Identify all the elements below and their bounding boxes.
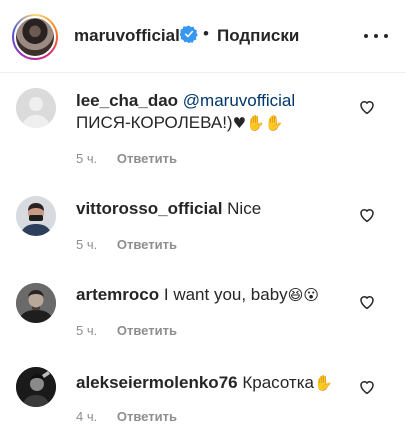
comment-meta: 5 ч. Ответить	[76, 237, 177, 252]
following-button[interactable]: Подписки	[217, 26, 299, 46]
more-options-icon[interactable]	[364, 27, 388, 45]
comment-emoji: ♥✋✋	[232, 114, 284, 132]
comment-time: 5 ч.	[76, 237, 98, 252]
comment-text: I want you, baby	[163, 285, 288, 304]
comment-body: lee_cha_dao @maruvofficial ПИСЯ-КОРОЛЕВА…	[76, 90, 346, 134]
reply-button[interactable]: Ответить	[117, 151, 177, 166]
like-heart-icon[interactable]	[358, 378, 376, 396]
like-heart-icon[interactable]	[358, 206, 376, 224]
comment-emoji: 😆😮	[287, 286, 319, 304]
comment-emoji: ✋	[313, 374, 333, 392]
user-photo-icon	[16, 196, 56, 236]
header-username[interactable]: maruvofficial	[74, 26, 180, 46]
reply-button[interactable]: Ответить	[117, 237, 177, 252]
like-heart-icon[interactable]	[358, 293, 376, 311]
comment-time: 4 ч.	[76, 409, 98, 424]
comment-avatar[interactable]	[16, 367, 56, 407]
comment-username[interactable]: alekseiermolenko76	[76, 373, 238, 392]
comment-username[interactable]: vittorosso_official	[76, 199, 222, 218]
comment-time: 5 ч.	[76, 323, 98, 338]
comment-body: vittorosso_official Nice	[76, 198, 346, 220]
comment-body: artemroco I want you, baby😆😮	[76, 284, 346, 306]
user-photo-icon	[16, 283, 56, 323]
comment-meta: 5 ч. Ответить	[76, 151, 177, 166]
header-separator: •	[203, 24, 209, 43]
comment-username[interactable]: artemroco	[76, 285, 159, 304]
comment-avatar-default[interactable]	[16, 88, 56, 128]
profile-avatar[interactable]	[12, 14, 58, 60]
comment-meta: 5 ч. Ответить	[76, 323, 177, 338]
comment-text: Красотка	[242, 373, 314, 392]
reply-button[interactable]: Ответить	[117, 409, 177, 424]
reply-button[interactable]: Ответить	[117, 323, 177, 338]
comment-avatar[interactable]	[16, 196, 56, 236]
post-header: maruvofficial • Подписки	[0, 0, 406, 73]
default-user-icon	[16, 88, 56, 128]
verified-badge-icon	[180, 25, 198, 43]
comment-time: 5 ч.	[76, 151, 98, 166]
like-heart-icon[interactable]	[358, 98, 376, 116]
comment-meta: 4 ч. Ответить	[76, 409, 177, 424]
comment-avatar[interactable]	[16, 283, 56, 323]
comment-body: alekseiermolenko76 Красотка✋	[76, 372, 346, 394]
comment-text: Nice	[227, 199, 262, 218]
comment-username[interactable]: lee_cha_dao	[76, 91, 178, 110]
comment-text: ПИСЯ-КОРОЛЕВА!)	[76, 113, 233, 132]
user-photo-icon	[16, 367, 56, 407]
comment-mention[interactable]: @maruvofficial	[183, 91, 295, 110]
profile-avatar-image	[14, 16, 56, 58]
